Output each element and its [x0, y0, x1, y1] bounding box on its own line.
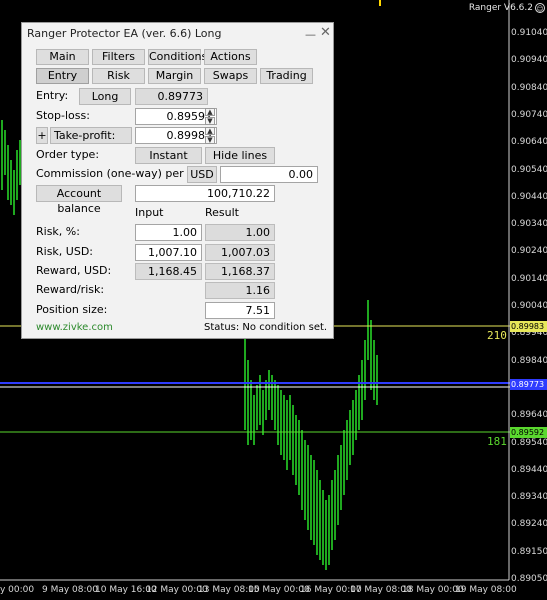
risk-usd-result: 1,007.03	[205, 244, 275, 261]
price-tick-label: 0.90740	[511, 110, 547, 120]
takeprofit-label-button[interactable]: Take-profit:	[50, 127, 132, 144]
entry-price-tag: 0.89773	[510, 379, 547, 390]
price-tick-label: 0.89240	[511, 519, 547, 529]
price-tick-label: 0.90940	[511, 55, 547, 65]
ordertype-button[interactable]: Instant	[135, 147, 202, 164]
price-tick-label: 0.89150	[511, 547, 547, 557]
price-tick-label: 0.89540	[511, 438, 547, 448]
stoploss-label: Stop-loss:	[36, 109, 90, 122]
account-balance-field[interactable]: 100,710.22	[135, 185, 275, 202]
price-tick-label: 0.90640	[511, 137, 547, 147]
stoploss-price-tag: 0.89592	[510, 427, 547, 438]
panel-title: Ranger Protector EA (ver. 6.6) Long	[27, 27, 222, 40]
tab-trading[interactable]: Trading	[260, 68, 313, 84]
stoploss-up-icon[interactable]: ▲	[205, 108, 215, 116]
position-size-label: Position size:	[36, 303, 108, 316]
ranger-protector-panel[interactable]: Ranger Protector EA (ver. 6.6) Long — ✕ …	[21, 22, 334, 339]
brand-label: Ranger V6.6.2	[468, 3, 533, 13]
commission-currency-button[interactable]: USD	[187, 166, 217, 183]
takeprofit-down-icon[interactable]: ▼	[205, 136, 215, 144]
risk-pct-input[interactable]: 1.00	[135, 224, 202, 241]
stoploss-points-label: 181	[487, 435, 507, 448]
minimize-button[interactable]: —	[305, 28, 316, 41]
reward-usd-label: Reward, USD:	[36, 264, 112, 277]
tab-margin[interactable]: Margin	[148, 68, 201, 84]
tab-filters[interactable]: Filters	[92, 49, 145, 65]
ordertype-label: Order type:	[36, 148, 100, 161]
price-tick-label: 0.89050	[511, 574, 547, 584]
time-tick-label: 9 May 08:00	[42, 585, 98, 595]
price-tick-label: 0.89840	[511, 356, 547, 366]
takeprofit-add-button[interactable]: +	[36, 127, 48, 144]
reward-risk-result: 1.16	[205, 282, 275, 299]
price-tick-label: 0.90440	[511, 192, 547, 202]
tab-actions[interactable]: Actions	[204, 49, 257, 65]
price-tick-label: 0.90240	[511, 246, 547, 256]
status-text: Status: No condition set.	[204, 322, 328, 333]
price-tick-label: 0.91040	[511, 28, 547, 38]
reward-risk-label: Reward/risk:	[36, 283, 105, 296]
hide-lines-button[interactable]: Hide lines	[205, 147, 275, 164]
price-tick-label: 0.90340	[511, 219, 547, 229]
risk-pct-label: Risk, %:	[36, 225, 80, 238]
result-column-header: Result	[205, 206, 239, 219]
commission-label: Commission (one-way) per lot:	[36, 167, 205, 180]
risk-usd-label: Risk, USD:	[36, 245, 94, 258]
price-tick-label: 0.89640	[511, 410, 547, 420]
time-tick-label: 19 May 08:00	[455, 585, 517, 595]
reward-usd-input: 1,168.45	[135, 263, 202, 280]
price-tick-label: 0.90040	[511, 301, 547, 311]
tab-risk[interactable]: Risk	[92, 68, 145, 84]
price-tick-label: 0.90140	[511, 274, 547, 284]
account-balance-button[interactable]: Account balance	[36, 185, 122, 215]
price-tick-label: 0.89340	[511, 492, 547, 502]
tab-entry[interactable]: Entry	[36, 68, 89, 84]
time-tick-label: y 00:00	[0, 585, 35, 595]
tab-conditions[interactable]: Conditions	[148, 49, 207, 65]
reward-usd-result: 1,168.37	[205, 263, 275, 280]
entry-price-field[interactable]: 0.89773	[135, 88, 208, 105]
direction-button[interactable]: Long	[79, 88, 131, 105]
takeprofit-price-tag: 0.89983	[510, 321, 547, 332]
close-button[interactable]: ✕	[320, 25, 331, 40]
price-tick-label: 0.90540	[511, 165, 547, 175]
position-size-result[interactable]: 7.51	[205, 302, 275, 319]
tab-main[interactable]: Main	[36, 49, 89, 65]
takeprofit-points-label: 210	[487, 329, 507, 342]
commission-field[interactable]: 0.00	[220, 166, 318, 183]
input-column-header: Input	[135, 206, 164, 219]
stoploss-down-icon[interactable]: ▼	[205, 117, 215, 125]
tab-swaps[interactable]: Swaps	[204, 68, 257, 84]
risk-usd-input[interactable]: 1,007.10	[135, 244, 202, 261]
price-tick-label: 0.89440	[511, 465, 547, 475]
risk-pct-result: 1.00	[205, 224, 275, 241]
entry-label: Entry:	[36, 89, 69, 102]
price-tick-label: 0.90840	[511, 83, 547, 93]
website-link[interactable]: www.zivke.com	[36, 322, 113, 333]
takeprofit-up-icon[interactable]: ▲	[205, 127, 215, 135]
smiley-icon: ☺	[535, 3, 545, 13]
